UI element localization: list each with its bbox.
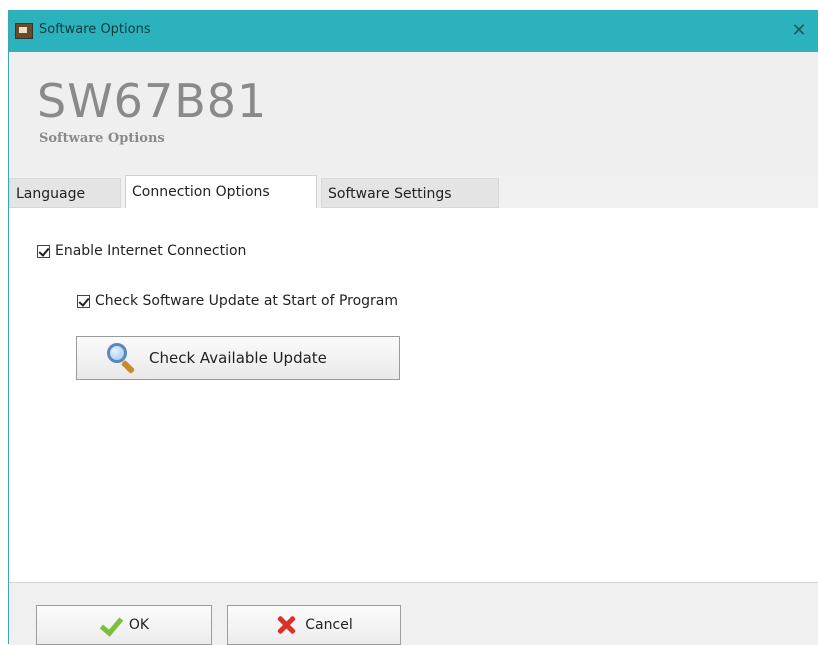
- tab-software-settings[interactable]: Software Settings: [321, 178, 499, 208]
- footer: OK Cancel: [9, 582, 818, 645]
- ok-label: OK: [128, 617, 150, 633]
- window-title: Software Options: [39, 22, 151, 37]
- check-update-at-start-checkbox[interactable]: Check Software Update at Start of Progra…: [77, 293, 398, 309]
- tab-language[interactable]: Language: [9, 178, 121, 208]
- check-update-at-start-label: Check Software Update at Start of Progra…: [95, 293, 399, 309]
- tab-bar: Language Connection Options Software Set…: [9, 174, 818, 208]
- enable-internet-connection-label: Enable Internet Connection: [55, 243, 247, 259]
- app-icon: [15, 23, 33, 39]
- software-options-window: Software Options ✕ SW67B81 Software Opti…: [8, 10, 818, 645]
- connection-options-panel: Enable Internet Connection Check Softwar…: [9, 208, 818, 582]
- x-icon: [275, 614, 297, 636]
- cancel-button[interactable]: Cancel: [227, 605, 401, 645]
- checkmark-icon: [99, 617, 121, 633]
- check-available-update-label: Check Available Update: [149, 349, 327, 367]
- cancel-label: Cancel: [305, 617, 353, 633]
- check-available-update-button[interactable]: Check Available Update: [76, 336, 400, 380]
- checkbox-checked-icon[interactable]: [37, 244, 50, 258]
- close-button[interactable]: ✕: [779, 10, 818, 52]
- product-name: SW67B81: [37, 74, 268, 128]
- product-subtitle: Software Options: [39, 131, 165, 146]
- enable-internet-connection-checkbox[interactable]: Enable Internet Connection: [37, 243, 246, 259]
- magnifier-icon: [105, 341, 139, 375]
- ok-button[interactable]: OK: [36, 605, 212, 645]
- tab-connection-options[interactable]: Connection Options: [125, 175, 317, 208]
- checkbox-checked-icon[interactable]: [77, 294, 90, 308]
- header: SW67B81 Software Options: [9, 52, 818, 174]
- title-bar: Software Options ✕: [9, 10, 818, 52]
